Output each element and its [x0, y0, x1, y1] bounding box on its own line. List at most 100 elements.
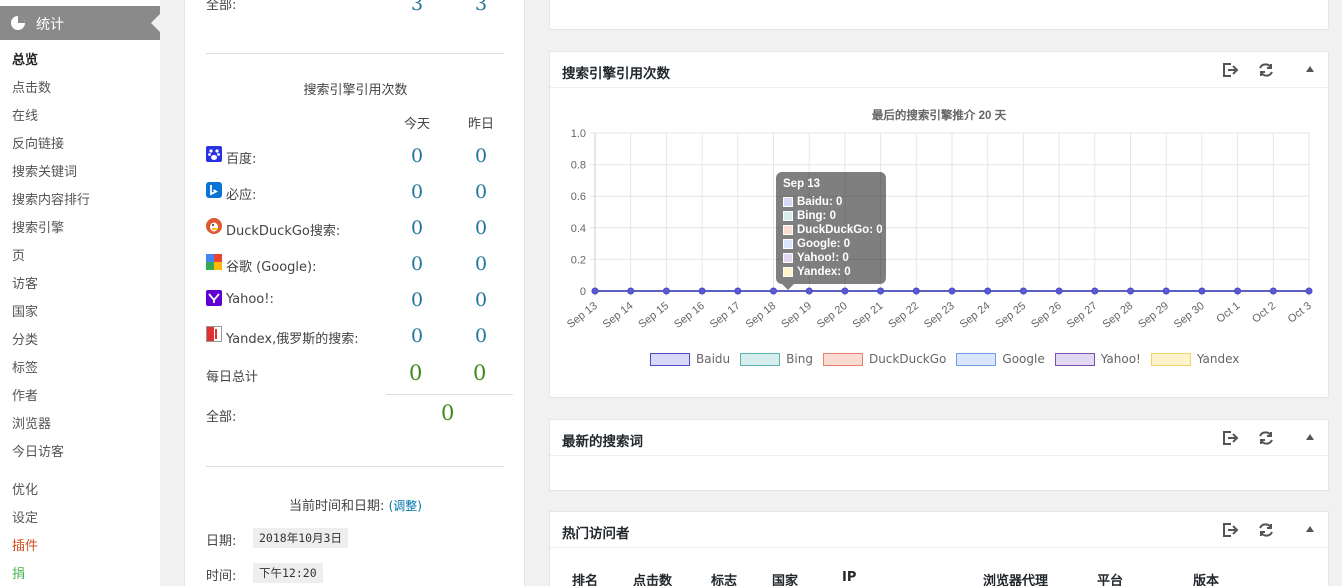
widget-header: 搜索引擎引用次数: [550, 52, 1328, 88]
duckduckgo-icon: [206, 218, 222, 234]
sidebar-item-authors[interactable]: 作者: [12, 387, 90, 415]
data-point[interactable]: [1055, 287, 1063, 295]
collapse-toggle-icon[interactable]: [1306, 526, 1314, 532]
tooltip-swatch: [783, 239, 793, 249]
current-time-title: 当前时间和日期:: [289, 499, 385, 514]
y-tick-label: 0: [580, 286, 586, 298]
total-label: 全部:: [206, 0, 237, 13]
legend-item[interactable]: Baidu: [650, 352, 730, 366]
data-point[interactable]: [1019, 287, 1027, 295]
engine-row-baidu: 百度:: [206, 146, 506, 168]
tooltip-swatch: [783, 211, 793, 221]
column-header-version[interactable]: 版本: [1193, 570, 1219, 586]
data-point[interactable]: [591, 287, 599, 295]
sidebar-item-today-visitors[interactable]: 今日访客: [12, 443, 90, 471]
sidebar-item-countries[interactable]: 国家: [12, 303, 90, 331]
collapse-toggle-icon[interactable]: [1306, 66, 1314, 72]
sidebar-item-hits[interactable]: 点击数: [12, 79, 90, 107]
all-total-label: 全部:: [206, 410, 237, 425]
admin-sidebar: 统计 总览 点击数 在线 反向链接 搜索关键词 搜索内容排行 搜索引擎 页 访客…: [0, 0, 160, 586]
open-page-icon[interactable]: [1222, 522, 1240, 538]
legend-item[interactable]: Bing: [740, 352, 813, 366]
data-point[interactable]: [1162, 287, 1170, 295]
data-point[interactable]: [1269, 287, 1277, 295]
data-point[interactable]: [1234, 287, 1242, 295]
column-header-agent[interactable]: 浏览器代理: [983, 570, 1048, 586]
sidebar-item-plugins[interactable]: 插件: [12, 537, 38, 565]
data-point[interactable]: [948, 287, 956, 295]
data-point[interactable]: [1305, 287, 1313, 295]
legend-item[interactable]: Google: [956, 352, 1045, 366]
data-point[interactable]: [662, 287, 670, 295]
divider: [206, 53, 504, 54]
chart-title: 最后的搜索引擎推介 20 天: [872, 108, 1007, 122]
column-header-platform[interactable]: 平台: [1097, 570, 1123, 586]
sidebar-item-settings[interactable]: 设定: [12, 509, 38, 537]
adjust-time-link[interactable]: (调整): [389, 499, 422, 513]
column-header-flag[interactable]: 标志: [711, 570, 737, 586]
refresh-icon[interactable]: [1257, 430, 1275, 446]
column-header-hits[interactable]: 点击数: [633, 570, 672, 586]
column-header-ip[interactable]: IP: [842, 570, 856, 585]
legend-item[interactable]: Yandex: [1150, 352, 1239, 366]
widget-title: 最新的搜索词: [562, 434, 643, 450]
data-point[interactable]: [698, 287, 706, 295]
engine-name: 必应:: [226, 188, 257, 203]
sidebar-item-tags[interactable]: 标签: [12, 359, 90, 387]
data-point[interactable]: [805, 287, 813, 295]
yandex-yesterday: 0: [475, 325, 488, 347]
x-tick-label: Sep 17: [708, 300, 743, 331]
collapse-toggle-icon[interactable]: [1306, 434, 1314, 440]
engine-name: Yahoo!:: [226, 292, 274, 307]
sidebar-item-optimization[interactable]: 优化: [12, 481, 38, 509]
column-header-rank[interactable]: 排名: [572, 570, 598, 586]
chart-series: [591, 287, 1313, 295]
open-page-icon[interactable]: [1222, 430, 1240, 446]
engine-row-yahoo: Yahoo!:: [206, 290, 506, 312]
data-point[interactable]: [734, 287, 742, 295]
column-header-country[interactable]: 国家: [772, 570, 798, 586]
tooltip-row: DuckDuckGo: 0: [783, 224, 883, 236]
sidebar-item-search-engines[interactable]: 搜索引擎: [12, 219, 90, 247]
legend-label: Baidu: [696, 352, 731, 366]
sidebar-item-top-content[interactable]: 搜索内容排行: [12, 191, 90, 219]
date-value: 2018年10月3日: [253, 528, 348, 548]
data-point[interactable]: [984, 287, 992, 295]
x-tick-label: Sep 26: [1029, 300, 1064, 331]
y-tick-label: 0.2: [571, 254, 586, 266]
data-point[interactable]: [1091, 287, 1099, 295]
x-tick-label: Sep 21: [851, 300, 886, 331]
data-point[interactable]: [912, 287, 920, 295]
sidebar-item-categories[interactable]: 分类: [12, 331, 90, 359]
legend-item[interactable]: DuckDuckGo: [822, 352, 947, 366]
data-point[interactable]: [877, 287, 885, 295]
widget-header: 最新的搜索词: [550, 420, 1328, 456]
sidebar-item-online[interactable]: 在线: [12, 107, 90, 135]
sidebar-item-search-keywords[interactable]: 搜索关键词: [12, 163, 90, 191]
data-point[interactable]: [1127, 287, 1134, 295]
engine-name: 谷歌 (Google):: [226, 260, 317, 275]
refresh-icon[interactable]: [1257, 522, 1275, 538]
data-point[interactable]: [1198, 287, 1206, 295]
legend-item[interactable]: Yahoo!: [1054, 352, 1141, 366]
sidebar-item-visitors[interactable]: 访客: [12, 275, 90, 303]
refresh-icon[interactable]: [1257, 62, 1275, 78]
bing-icon: [206, 182, 222, 198]
open-page-icon[interactable]: [1222, 62, 1240, 78]
sidebar-item-browsers[interactable]: 浏览器: [12, 415, 90, 443]
yahoo-today: 0: [411, 289, 424, 311]
data-point[interactable]: [627, 287, 635, 295]
data-point[interactable]: [841, 287, 849, 295]
x-tick-label: Oct 2: [1250, 300, 1278, 326]
legend-label: DuckDuckGo: [868, 352, 947, 366]
x-tick-label: Sep 23: [922, 300, 957, 331]
sidebar-item-overview[interactable]: 总览: [12, 51, 90, 79]
sidebar-item-pages[interactable]: 页: [12, 247, 90, 275]
sidebar-item-donate[interactable]: 捐: [12, 565, 38, 586]
daily-total-label: 每日总计: [206, 370, 259, 385]
data-point[interactable]: [770, 287, 777, 295]
sidebar-statistics-menu[interactable]: 统计: [0, 6, 160, 40]
sidebar-item-backlinks[interactable]: 反向链接: [12, 135, 90, 163]
widget-header: 热门访问者: [550, 512, 1328, 548]
divider: [386, 394, 513, 395]
